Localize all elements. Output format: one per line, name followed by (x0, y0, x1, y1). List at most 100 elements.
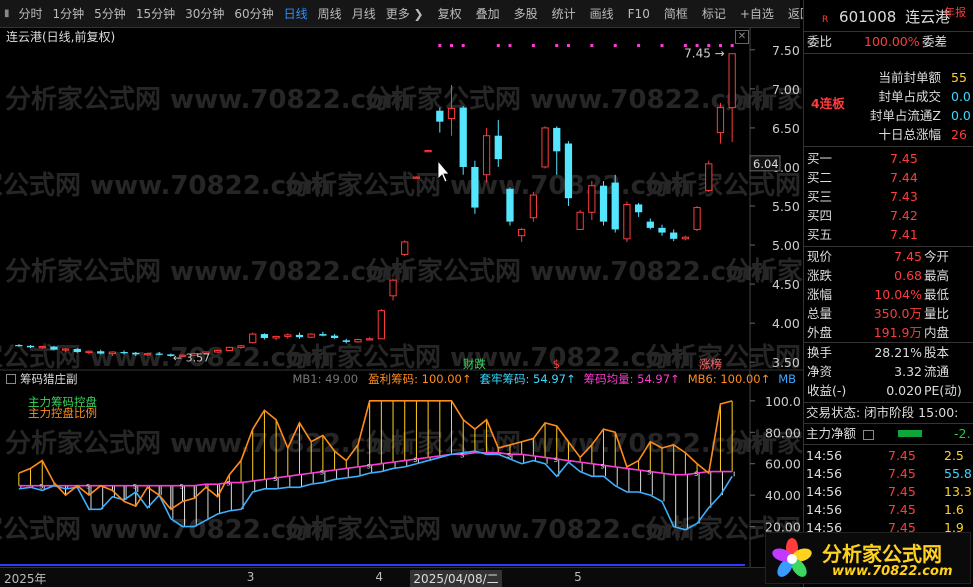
ind-marker: s (86, 482, 90, 491)
candle-up (529, 194, 537, 219)
watermark-text: 分析家公式网 www.70822.com (0, 170, 331, 201)
period-tab-9[interactable]: 更多 ❯ (381, 0, 429, 28)
zhuli-bar (898, 430, 922, 437)
tool-button-3[interactable]: 统计 (547, 0, 581, 28)
site-logo: 分析家公式网 www.70822.com (765, 532, 971, 584)
candle-down (611, 182, 619, 230)
buy-row: 买四 7.42 (804, 206, 973, 225)
time-axis: 2025年 3 4 2025/04/08/二 5 (0, 567, 800, 587)
stat-label-2: 量比 (924, 306, 950, 321)
candle-down (155, 353, 163, 355)
feng-label: 十日总涨幅 (878, 127, 941, 142)
feng-row: 当前封单额 55 (804, 68, 973, 87)
feng-value: 26 (951, 127, 967, 142)
close-icon[interactable]: ✕ (735, 30, 749, 44)
period-tab-0[interactable]: 分时 (14, 0, 48, 28)
stat-row: 收益(-) 0.020 PE(动) (804, 381, 973, 400)
indicator-name[interactable]: 筹码猎庄副 (20, 371, 78, 387)
stat-label: 现价 (807, 249, 833, 264)
nianbao-link[interactable]: 年报 (944, 2, 966, 24)
period-tab-4[interactable]: 30分钟 (180, 0, 229, 28)
current-price-text: 6.04 (753, 157, 779, 171)
ind-marker: s (180, 482, 184, 491)
candle-down (436, 110, 444, 122)
kline-chart[interactable]: 分析家公式网 www.70822.com分析家公式网 www.70822.com… (0, 28, 803, 568)
candle-up (214, 349, 222, 353)
indicator-legend: 筹码猎庄副 MB1: 49.00 盈利筹码: 100.00↑ 套牢筹码: 54.… (0, 370, 800, 388)
ind-tick-label: 100.0 (765, 394, 801, 409)
candle-down (260, 334, 269, 338)
candle-up (541, 127, 549, 168)
period-tab-8[interactable]: 月线 (347, 0, 381, 28)
stat-row: 涨跌 0.68 最高 (804, 266, 973, 285)
weibi-value: 100.00% (864, 34, 920, 49)
watermark-text: 分析家公式网 www.70822.com (5, 84, 411, 115)
stock-code: 601008 (839, 8, 897, 26)
tick-row: 14:56 7.45 55.8 (804, 464, 973, 483)
tool-button-8[interactable]: +自选 (735, 0, 779, 28)
signal-dot (590, 44, 594, 47)
ind-tick-label: 60.00 (765, 457, 801, 472)
stat-label: 净资 (807, 364, 833, 379)
candle-down (670, 232, 678, 239)
tool-button-7[interactable]: 标记 (697, 0, 731, 28)
menu-icon[interactable]: ▮ (0, 8, 14, 19)
buy-row: 买一 7.45 (804, 149, 973, 168)
ind-marker: s (554, 455, 558, 464)
period-tab-2[interactable]: 5分钟 (89, 0, 131, 28)
watermark-text: 分析家公式网 www.70822.com (365, 84, 771, 115)
tick-row: 14:56 7.45 2.5 (804, 446, 973, 465)
time-axis-label: 5 (574, 570, 582, 584)
candle-up (705, 163, 713, 191)
stat-row: 现价 7.45 今开 (804, 247, 973, 266)
period-tab-7[interactable]: 周线 (313, 0, 347, 28)
buy-row: 买五 7.41 (804, 225, 973, 244)
event-tag-zhangting[interactable]: 涨榜 (699, 357, 722, 371)
zhuli-menu-icon[interactable] (863, 429, 874, 440)
tick-volume: 13.3 (944, 484, 972, 499)
candle-down (471, 166, 479, 208)
candle-up (143, 353, 152, 356)
price-tick-label: 4.00 (772, 316, 800, 331)
ind-marker: s (273, 474, 277, 483)
tool-button-2[interactable]: 多股 (509, 0, 543, 28)
ind-marker: s (507, 450, 511, 459)
indicator-gear-icon[interactable] (6, 374, 16, 384)
tool-button-1[interactable]: 叠加 (471, 0, 505, 28)
tick-row: 14:56 7.45 13.3 (804, 482, 973, 501)
buy-label: 买二 (807, 170, 833, 185)
tool-button-4[interactable]: 画线 (585, 0, 619, 28)
period-tab-1[interactable]: 1分钟 (48, 0, 90, 28)
candle-up (681, 236, 690, 240)
ind-marker: s (460, 450, 464, 459)
tool-button-6[interactable]: 简框 (659, 0, 693, 28)
period-tab-3[interactable]: 15分钟 (131, 0, 180, 28)
tick-row: 14:56 7.45 1.6 (804, 500, 973, 519)
signal-dot (718, 44, 722, 47)
stat-label-2: 最高 (924, 268, 950, 283)
stat-label: 总量 (807, 306, 833, 321)
watermark-text: 分析家公式网 www.70822.com (0, 514, 331, 545)
tool-button-5[interactable]: F10 (623, 0, 655, 28)
event-tag-caibao[interactable]: 财跌 (463, 357, 486, 371)
candle-up (38, 346, 46, 349)
event-tag-dollar[interactable]: $ (553, 357, 560, 371)
legend-mb6: MB6: 100.00↑ (687, 372, 771, 386)
stat-row: 总量 350.0万 量比 (804, 304, 973, 323)
candle-down (319, 334, 327, 336)
candle-down (459, 107, 467, 167)
stat-label: 外盘 (807, 325, 833, 340)
period-tab-5[interactable]: 60分钟 (229, 0, 278, 28)
candle-down (553, 127, 561, 152)
chart-title: 连云港(日线,前复权) (6, 30, 116, 44)
tool-button-0[interactable]: 复权 (433, 0, 467, 28)
ind-tick-label: 80.00 (765, 425, 801, 440)
candle-up (716, 107, 725, 134)
period-tab-6[interactable]: 日线 (279, 0, 313, 28)
tick-price: 7.45 (888, 484, 916, 499)
candle-up (284, 334, 292, 337)
candle-up (389, 279, 397, 297)
watermark-text: 分析家公式网 www.70822.com (285, 514, 691, 545)
zhuli-label: 主力净额 (806, 426, 857, 441)
tick-time: 14:56 (806, 484, 843, 499)
